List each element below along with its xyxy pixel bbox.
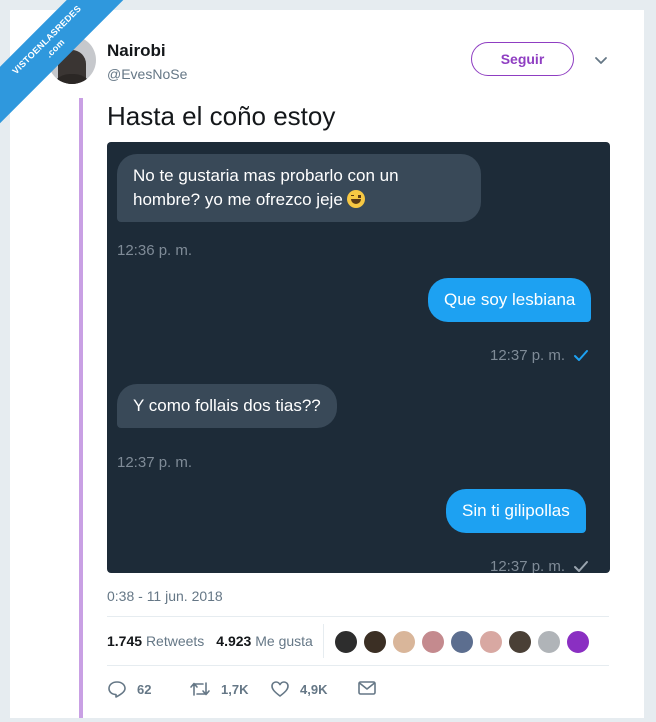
chat-timestamp-row: 12:37 p. m. — [490, 347, 589, 364]
chat-bubble-outgoing: Sin ti gilipollas — [446, 489, 586, 533]
chat-timestamp-row: 12:37 p. m. — [490, 558, 589, 573]
likes-count: 4.923 — [216, 633, 252, 649]
chat-bubble-incoming: Y como follais dos tias?? — [117, 384, 337, 428]
message-button[interactable] — [357, 680, 377, 696]
check-gray-icon — [574, 561, 589, 573]
chat-bubble-outgoing: Que soy lesbiana — [428, 278, 592, 322]
avatar[interactable] — [479, 630, 503, 654]
thread-line — [79, 98, 83, 718]
tweet-timestamp[interactable]: 0:38 - 11 jun. 2018 — [107, 588, 223, 604]
like-button[interactable]: 4,9K — [270, 680, 327, 698]
retweets-count: 1.745 — [107, 633, 143, 649]
reply-count: 62 — [137, 681, 152, 697]
chat-timestamp: 12:37 p. m. — [490, 347, 566, 364]
chat-timestamp: 12:36 p. m. — [117, 242, 193, 259]
reply-icon — [108, 681, 126, 698]
retweet-count: 1,7K — [221, 681, 249, 697]
tweet-text: Hasta el coño estoy — [107, 101, 336, 131]
avatar[interactable] — [508, 630, 532, 654]
follow-button[interactable]: Seguir — [471, 42, 574, 76]
tweet-card: Nairobi @EvesNoSe Seguir Hasta el coño e… — [10, 10, 644, 718]
divider — [107, 665, 609, 666]
envelope-icon — [358, 681, 376, 695]
chat-timestamp: 12:37 p. m. — [117, 454, 193, 471]
avatar[interactable] — [421, 630, 445, 654]
retweets-stat[interactable]: 1.745 Retweets — [107, 633, 204, 649]
author-handle[interactable]: @EvesNoSe — [107, 66, 187, 82]
retweet-button[interactable]: 1,7K — [189, 680, 248, 698]
chevron-down-icon[interactable] — [593, 52, 609, 68]
avatar[interactable] — [537, 630, 561, 654]
divider — [323, 624, 324, 658]
like-count: 4,9K — [300, 681, 328, 697]
avatar[interactable] — [450, 630, 474, 654]
avatar[interactable] — [392, 630, 416, 654]
likes-stat[interactable]: 4.923 Me gusta — [216, 633, 313, 649]
heart-icon — [271, 681, 289, 697]
engagement-stats: 1.745 Retweets 4.923 Me gusta — [107, 633, 313, 649]
check-blue-icon — [574, 350, 589, 362]
avatar[interactable] — [566, 630, 590, 654]
chat-screenshot: No te gustaria mas probarlo con un hombr… — [107, 142, 610, 573]
retweet-icon — [190, 682, 210, 696]
chat-timestamp: 12:37 p. m. — [490, 558, 566, 573]
reply-button[interactable]: 62 — [107, 680, 151, 698]
author-name[interactable]: Nairobi — [107, 41, 166, 61]
divider — [107, 616, 609, 617]
retweets-label: Retweets — [145, 633, 205, 649]
chat-bubble-incoming: No te gustaria mas probarlo con un hombr… — [117, 154, 481, 222]
avatar[interactable] — [363, 630, 387, 654]
likes-label: Me gusta — [255, 633, 313, 649]
grinning-sweat-emoji-icon — [346, 190, 365, 208]
avatar[interactable] — [334, 630, 358, 654]
